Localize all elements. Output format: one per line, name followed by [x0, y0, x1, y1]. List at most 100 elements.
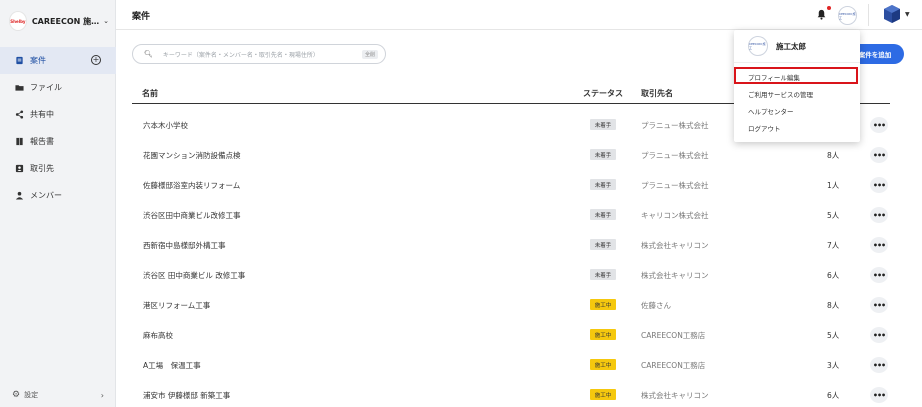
table-row[interactable]: 佐藤様邸浴室内装リフォーム 未着手 プラニュー株式会社 1人 •••	[132, 170, 890, 200]
member-count: 8人	[827, 151, 840, 160]
status-badge: 施工中	[590, 389, 616, 400]
org-switcher[interactable]: Shelby CAREECON 施… ⌄	[9, 8, 109, 34]
client-name: プラニュー株式会社	[641, 181, 709, 190]
folder-icon	[14, 83, 24, 93]
menu-item-logout[interactable]: ログアウト	[748, 123, 781, 133]
avatar[interactable]: CEECON 施工	[838, 6, 857, 25]
sidebar-item-label: メンバー	[30, 191, 62, 200]
caret-down-icon[interactable]: ▼	[905, 11, 910, 18]
client-name: CAREECON工務店	[641, 361, 706, 370]
status-badge: 未着手	[590, 149, 616, 160]
sidebar-item-label: 案件	[30, 56, 46, 65]
project-name[interactable]: 渋谷区田中商業ビル改修工事	[143, 210, 241, 221]
chevron-right-icon: ›	[100, 390, 104, 400]
menu-divider	[734, 62, 860, 63]
project-name[interactable]: 花園マンション消防設備点検	[143, 150, 241, 161]
client-name: プラニュー株式会社	[641, 151, 709, 160]
table-row[interactable]: A工場 保温工事 施工中 CAREECON工務店 3人 •••	[132, 350, 890, 380]
gear-icon: ⚙	[12, 390, 21, 400]
client-name: プラニュー株式会社	[641, 121, 709, 130]
sidebar-item-files[interactable]: ファイル	[0, 74, 116, 101]
client-name: 佐藤さん	[641, 301, 671, 310]
status-badge: 未着手	[590, 119, 616, 130]
table-row[interactable]: 港区リフォーム工事 施工中 佐藤さん 8人 •••	[132, 290, 890, 320]
app-window: Shelby CAREECON 施… ⌄ 案件 + ファイル 共有中 報告書 取…	[0, 0, 922, 407]
project-name[interactable]: 浦安市 伊藤様邸 新築工事	[143, 390, 230, 401]
search-placeholder: キーワード（案件名・メンバー名・取引先名・現場住所）	[162, 51, 319, 59]
column-header-client[interactable]: 取引先名	[641, 88, 673, 99]
menu-item-help-center[interactable]: ヘルプセンター	[748, 106, 794, 116]
more-options-icon[interactable]: •••	[870, 297, 888, 313]
client-name: キャリコン株式会社	[641, 211, 709, 220]
more-options-icon[interactable]: •••	[870, 207, 888, 223]
project-name[interactable]: 渋谷区 田中商業ビル 改修工事	[143, 270, 245, 281]
settings-label: 設定	[24, 391, 39, 399]
search-input[interactable]: 🔍︎ キーワード（案件名・メンバー名・取引先名・現場住所） 全削	[132, 44, 386, 64]
chevron-down-icon: ⌄	[103, 17, 109, 25]
more-options-icon[interactable]: •••	[870, 237, 888, 253]
table-row[interactable]: 麻布高校 施工中 CAREECON工務店 5人 •••	[132, 320, 890, 350]
table-row[interactable]: 花園マンション消防設備点検 未着手 プラニュー株式会社 8人 •••	[132, 140, 890, 170]
client-name: 株式会社キャリコン	[641, 241, 709, 250]
more-options-icon[interactable]: •••	[870, 327, 888, 343]
project-name[interactable]: 港区リフォーム工事	[143, 300, 210, 311]
project-icon	[14, 56, 24, 66]
sidebar-item-label: 取引先	[30, 164, 54, 173]
highlight-box	[734, 67, 858, 84]
more-options-icon[interactable]: •••	[870, 117, 888, 133]
member-count: 5人	[827, 331, 840, 340]
sidebar-item-projects[interactable]: 案件 +	[0, 47, 116, 74]
org-logo: Shelby	[9, 11, 27, 31]
clear-button[interactable]: 全削	[361, 50, 378, 59]
member-count: 7人	[827, 241, 840, 250]
client-name: 株式会社キャリコン	[641, 391, 709, 400]
member-count: 3人	[827, 361, 840, 370]
more-options-icon[interactable]: •••	[870, 387, 888, 403]
table-row[interactable]: 渋谷区田中商業ビル改修工事 未着手 キャリコン株式会社 5人 •••	[132, 200, 890, 230]
member-count: 5人	[827, 211, 840, 220]
member-count: 6人	[827, 391, 840, 400]
table-row[interactable]: 西新宿中島様邸外構工事 未着手 株式会社キャリコン 7人 •••	[132, 230, 890, 260]
more-options-icon[interactable]: •••	[870, 357, 888, 373]
menu-username: 施工太郎	[776, 41, 806, 51]
status-badge: 未着手	[590, 269, 616, 280]
more-options-icon[interactable]: •••	[870, 177, 888, 193]
cube-app-icon[interactable]	[883, 4, 901, 24]
menu-avatar: CEECON 施工	[748, 36, 768, 56]
status-badge: 施工中	[590, 359, 616, 370]
sidebar-item-clients[interactable]: 取引先	[0, 155, 116, 182]
member-count: 8人	[827, 301, 840, 310]
table-row[interactable]: 渋谷区 田中商業ビル 改修工事 未着手 株式会社キャリコン 6人 •••	[132, 260, 890, 290]
person-icon	[14, 191, 24, 201]
menu-item-service-management[interactable]: ご利用サービスの管理	[748, 89, 813, 99]
sidebar-item-label: 報告書	[30, 137, 54, 146]
menu-user-info: CEECON 施工 施工太郎	[748, 36, 806, 56]
page-title: 案件	[132, 12, 151, 22]
header-divider	[868, 4, 869, 26]
project-name[interactable]: 西新宿中島様邸外構工事	[143, 240, 226, 251]
member-count: 1人	[827, 181, 840, 190]
column-header-status[interactable]: ステータス	[583, 88, 623, 99]
share-icon	[14, 110, 24, 120]
project-name[interactable]: A工場 保温工事	[143, 360, 201, 371]
table-row[interactable]: 浦安市 伊藤様邸 新築工事 施工中 株式会社キャリコン 6人 •••	[132, 380, 890, 407]
more-options-icon[interactable]: •••	[870, 147, 888, 163]
status-badge: 未着手	[590, 209, 616, 220]
more-options-icon[interactable]: •••	[870, 267, 888, 283]
sidebar-item-members[interactable]: メンバー	[0, 182, 116, 209]
sidebar-item-reports[interactable]: 報告書	[0, 128, 116, 155]
contact-icon	[14, 164, 24, 174]
client-name: CAREECON工務店	[641, 331, 706, 340]
sidebar-item-label: ファイル	[30, 83, 62, 92]
client-name: 株式会社キャリコン	[641, 271, 709, 280]
project-name[interactable]: 佐藤様邸浴室内装リフォーム	[143, 180, 240, 191]
settings-link[interactable]: ⚙ 設定 ›	[12, 390, 104, 400]
sidebar-item-shared[interactable]: 共有中	[0, 101, 116, 128]
member-count: 6人	[827, 271, 840, 280]
bell-icon[interactable]	[816, 9, 827, 20]
add-project-icon[interactable]: +	[91, 55, 101, 65]
column-header-name[interactable]: 名前	[142, 88, 158, 99]
project-name[interactable]: 六本木小学校	[143, 120, 188, 131]
project-name[interactable]: 麻布高校	[143, 330, 173, 341]
report-icon	[14, 137, 24, 147]
